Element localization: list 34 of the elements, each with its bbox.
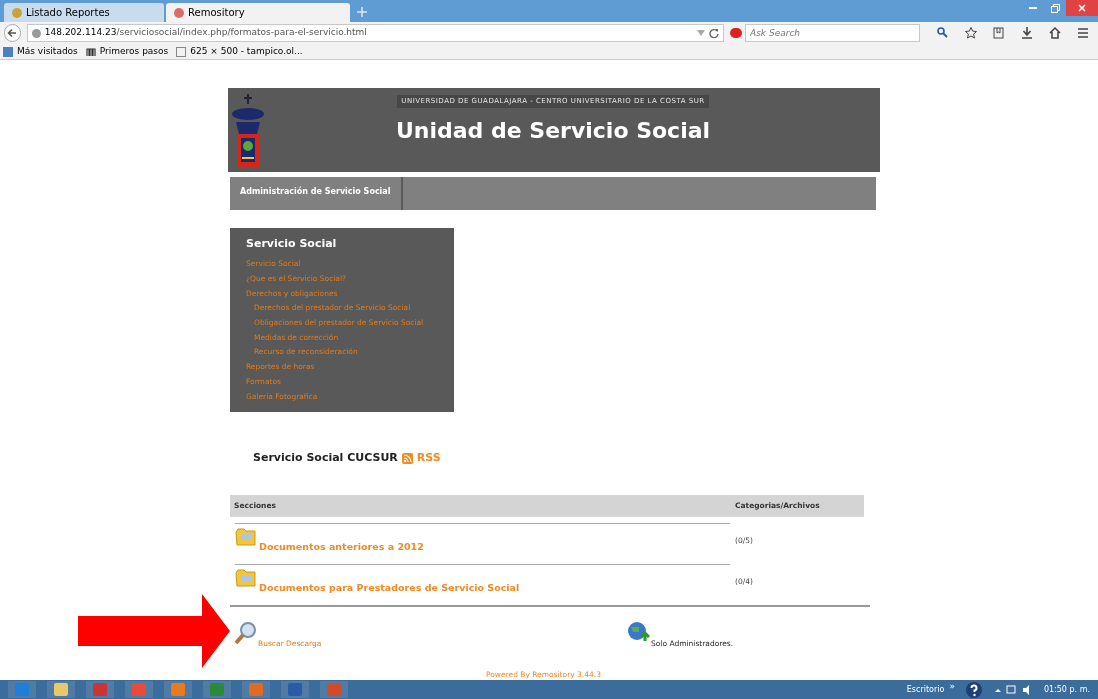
new-tab-icon[interactable] xyxy=(356,6,368,18)
url-text: 148.202.114.23/serviciosocial/index.php/formatos-para-el-servicio.html xyxy=(44,26,368,40)
download-icon[interactable] xyxy=(1021,27,1033,39)
folder-icon xyxy=(235,526,257,547)
menu-item[interactable]: Administración de Servicio Social xyxy=(230,177,403,210)
desktop-toolbar-label[interactable]: Escritorio xyxy=(906,683,945,696)
rss-icon[interactable] xyxy=(401,453,413,464)
section-title: Servicio Social CUCSUR xyxy=(253,450,398,467)
sidebar-title: Servicio Social xyxy=(246,235,338,252)
address-bar[interactable]: 148.202.114.23/serviciosocial/index.php/formatos-para-el-servicio.html xyxy=(26,24,724,42)
close-icon[interactable] xyxy=(1066,0,1098,16)
bookmark-link[interactable]: Primeros pasos xyxy=(85,44,169,59)
dropdown-icon[interactable] xyxy=(697,30,705,36)
rss-link[interactable]: RSS xyxy=(416,450,441,467)
folder-icon xyxy=(235,567,257,588)
home-icon[interactable] xyxy=(1049,27,1061,39)
search-field[interactable]: Ask Search xyxy=(745,24,920,42)
help-icon[interactable] xyxy=(965,681,982,698)
clock-time: 01:50 p. m. xyxy=(1043,683,1090,696)
toolbar-chevron[interactable]: » xyxy=(949,679,955,694)
star-icon[interactable] xyxy=(965,27,977,39)
search-icon[interactable] xyxy=(937,27,949,39)
browser-tab[interactable]: Remository xyxy=(166,3,350,22)
magnifier-icon[interactable] xyxy=(234,620,258,645)
folder-link[interactable]: Documentos para Prestadores de Servicio Social xyxy=(259,580,520,595)
browser-tab[interactable]: Listado Reportes xyxy=(4,3,164,22)
bookmark-link[interactable]: 625 × 500 - tampico.ol... xyxy=(176,44,303,59)
back-icon[interactable] xyxy=(4,24,21,42)
site-title: Unidad de Servicio Social xyxy=(395,116,711,145)
bookmark-link[interactable]: Más visitados xyxy=(3,44,78,59)
bookmarks-icon[interactable] xyxy=(993,27,1005,39)
menu-icon[interactable] xyxy=(1077,27,1089,39)
reload-icon[interactable] xyxy=(709,28,719,38)
folder-link[interactable]: Documentos anteriores a 2012 xyxy=(259,539,424,554)
